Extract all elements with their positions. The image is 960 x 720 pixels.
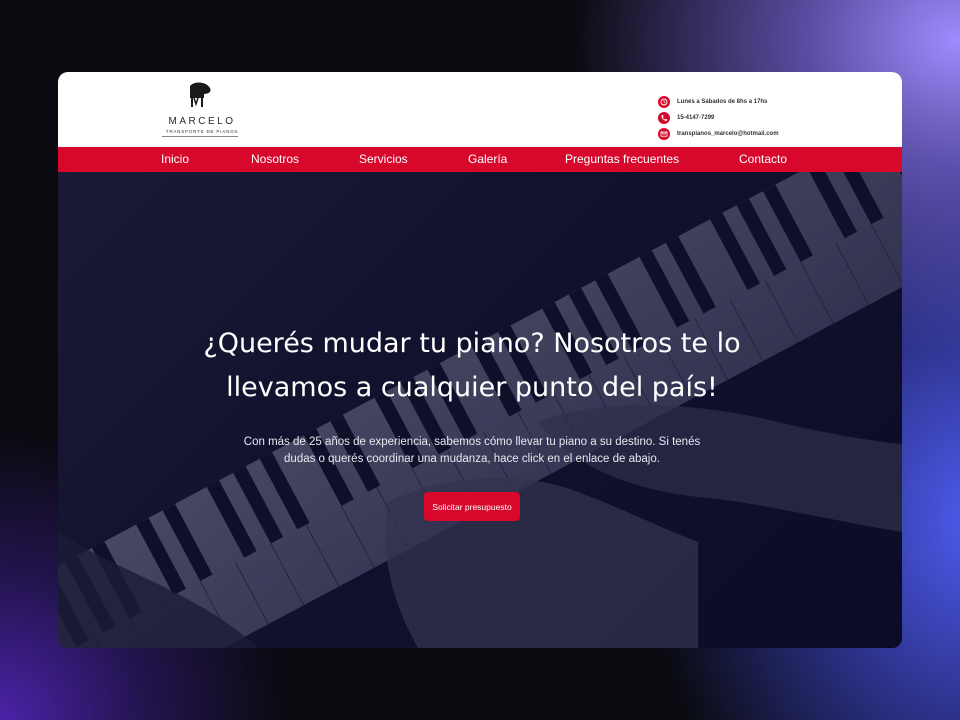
contact-hours-text: Lunes a Sábados de 8hs a 17hs [677,99,768,105]
nav-contacto[interactable]: Contacto [739,147,787,172]
hero-description-line-1: Con más de 25 años de experiencia, sabem… [243,436,701,448]
grand-piano-icon [190,82,211,107]
brand-name: MARCELO [168,116,236,127]
site-header: MARCELO TRANSPORTE DE PIANOS Lunes a Sáb… [58,72,902,147]
request-quote-button[interactable]: Solicitar presupuesto [424,492,520,521]
main-nav: Inicio Nosotros Servicios Galería Pregun… [58,147,902,172]
contact-info: Lunes a Sábados de 8hs a 17hs 15-4147-72… [658,94,779,142]
hero-section: ¿Querés mudar tu piano? Nosotros te lo l… [58,172,902,648]
contact-email[interactable]: transpianos_marcelo@hotmail.com [658,126,779,142]
hero-title-line-1: ¿Querés mudar tu piano? Nosotros te lo [203,328,741,359]
site-logo[interactable]: MARCELO TRANSPORTE DE PIANOS [158,80,248,140]
phone-icon [658,112,670,124]
logo-divider [162,136,238,137]
nav-preguntas-frecuentes[interactable]: Preguntas frecuentes [565,147,679,172]
contact-email-text[interactable]: transpianos_marcelo@hotmail.com [677,131,779,137]
clock-icon [658,96,670,108]
contact-phone[interactable]: 15-4147-7299 [658,110,779,126]
contact-hours: Lunes a Sábados de 8hs a 17hs [658,94,779,110]
hero-title: ¿Querés mudar tu piano? Nosotros te lo l… [158,322,786,410]
mail-icon [658,128,670,140]
nav-galeria[interactable]: Galería [468,147,507,172]
nav-servicios[interactable]: Servicios [359,147,408,172]
nav-nosotros[interactable]: Nosotros [251,147,299,172]
contact-phone-text[interactable]: 15-4147-7299 [677,115,714,121]
hero-overlay [58,172,902,648]
hero-description-line-2: dudas o querés coordinar una mudanza, ha… [284,453,660,465]
brand-tagline: TRANSPORTE DE PIANOS [165,129,239,134]
hero-title-line-2: llevamos a cualquier punto del país! [226,372,718,403]
browser-frame: MARCELO TRANSPORTE DE PIANOS Lunes a Sáb… [58,72,902,648]
hero-description: Con más de 25 años de experiencia, sabem… [208,434,736,468]
nav-inicio[interactable]: Inicio [161,147,189,172]
